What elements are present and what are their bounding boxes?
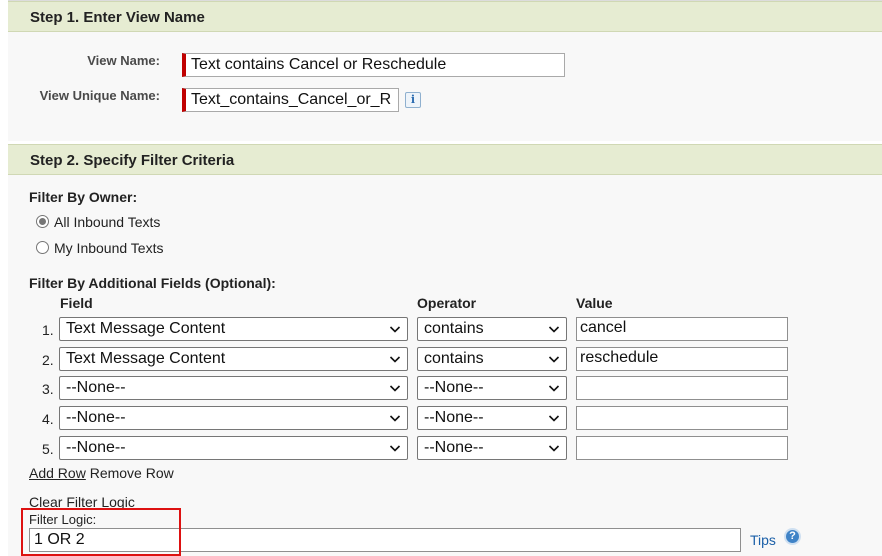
operator-select-value: --None--	[424, 439, 484, 456]
add-row-link[interactable]: Add Row	[29, 465, 86, 481]
value-input-row-4[interactable]	[576, 406, 788, 430]
row-number: 1.	[42, 322, 54, 338]
value-input-row-5[interactable]	[576, 436, 788, 460]
tips-link[interactable]: Tips	[750, 532, 776, 548]
filter-by-owner-label: Filter By Owner:	[29, 189, 138, 205]
operator-select-row-2[interactable]: contains	[417, 347, 567, 371]
step1-panel: Step 1. Enter View Name View Name: Text …	[8, 0, 882, 141]
step1-header: Step 1. Enter View Name	[8, 1, 882, 32]
field-select-value: --None--	[66, 409, 126, 426]
field-select-value: Text Message Content	[66, 350, 226, 367]
chevron-down-icon	[548, 445, 560, 452]
column-header-value: Value	[576, 295, 613, 311]
row-number: 3.	[42, 381, 54, 397]
value-input-row-1[interactable]: cancel	[576, 317, 788, 341]
row-number: 4.	[42, 411, 54, 427]
column-header-field: Field	[60, 295, 93, 311]
chevron-down-icon	[389, 415, 401, 422]
chevron-down-icon	[389, 356, 401, 363]
operator-select-value: contains	[424, 350, 484, 367]
radio-my-inbound[interactable]	[36, 241, 49, 254]
field-select-row-3[interactable]: --None--	[59, 376, 408, 400]
step2-header: Step 2. Specify Filter Criteria	[8, 144, 882, 175]
highlight-box	[21, 508, 181, 556]
step2-title: Step 2. Specify Filter Criteria	[30, 152, 235, 169]
chevron-down-icon	[389, 385, 401, 392]
field-select-row-1[interactable]: Text Message Content	[59, 317, 408, 341]
view-unique-name-label: View Unique Name:	[39, 88, 160, 103]
help-icon[interactable]: ?	[784, 528, 801, 545]
field-select-row-2[interactable]: Text Message Content	[59, 347, 408, 371]
chevron-down-icon	[389, 445, 401, 452]
owner-option-label: All Inbound Texts	[54, 214, 161, 230]
step2-panel: Step 2. Specify Filter Criteria Filter B…	[8, 144, 882, 556]
row-number: 5.	[42, 441, 54, 457]
step1-title: Step 1. Enter View Name	[30, 9, 205, 26]
chevron-down-icon	[548, 415, 560, 422]
operator-select-value: --None--	[424, 379, 484, 396]
info-icon[interactable]: i	[405, 92, 421, 108]
operator-select-row-3[interactable]: --None--	[417, 376, 567, 400]
operator-select-row-4[interactable]: --None--	[417, 406, 567, 430]
view-name-label: View Name:	[87, 53, 160, 68]
additional-fields-label: Filter By Additional Fields (Optional):	[29, 275, 276, 291]
value-input-row-3[interactable]	[576, 376, 788, 400]
operator-select-row-5[interactable]: --None--	[417, 436, 567, 460]
operator-select-value: contains	[424, 320, 484, 337]
radio-all-inbound[interactable]	[36, 215, 49, 228]
field-select-row-4[interactable]: --None--	[59, 406, 408, 430]
field-select-value: Text Message Content	[66, 320, 226, 337]
view-name-input[interactable]: Text contains Cancel or Reschedule	[182, 53, 565, 77]
chevron-down-icon	[548, 326, 560, 333]
view-unique-name-input[interactable]: Text_contains_Cancel_or_R	[182, 88, 399, 112]
field-select-row-5[interactable]: --None--	[59, 436, 408, 460]
field-select-value: --None--	[66, 439, 126, 456]
owner-option-label: My Inbound Texts	[54, 240, 164, 256]
chevron-down-icon	[389, 326, 401, 333]
operator-select-row-1[interactable]: contains	[417, 317, 567, 341]
remove-row-link[interactable]: Remove Row	[90, 465, 174, 481]
column-header-operator: Operator	[417, 295, 477, 311]
value-input-row-2[interactable]: reschedule	[576, 347, 788, 371]
operator-select-value: --None--	[424, 409, 484, 426]
field-select-value: --None--	[66, 379, 126, 396]
chevron-down-icon	[548, 385, 560, 392]
row-number: 2.	[42, 352, 54, 368]
row-actions: Add Row Remove Row	[29, 465, 174, 481]
chevron-down-icon	[548, 356, 560, 363]
